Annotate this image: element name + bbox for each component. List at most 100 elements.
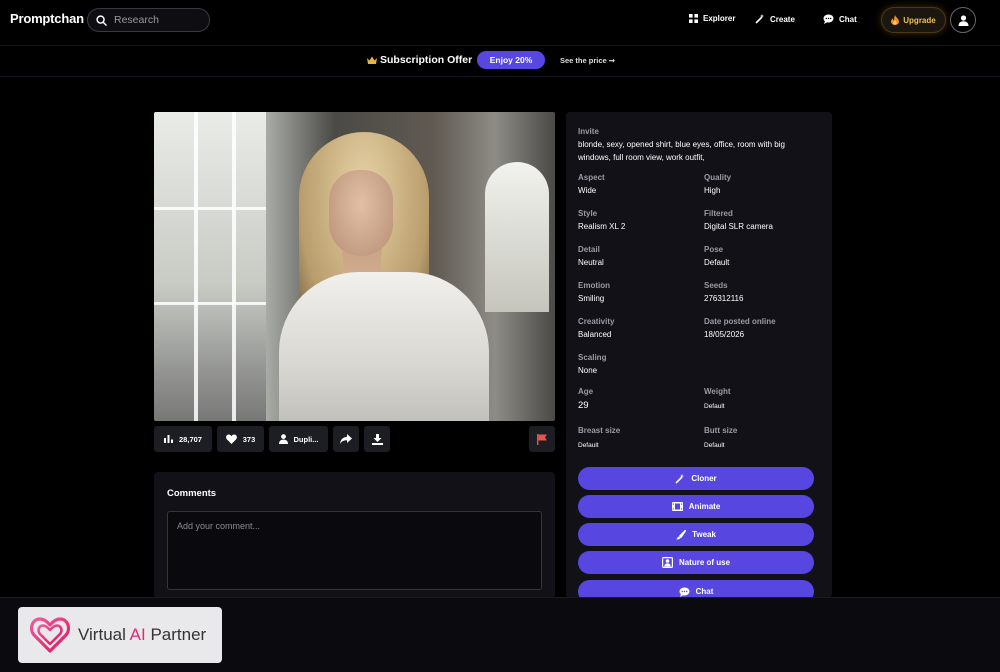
subscription-title: Subscription Offer: [367, 54, 472, 66]
style-label: Style: [578, 209, 598, 218]
chat-button[interactable]: Chat: [578, 580, 814, 598]
share-icon: [340, 434, 352, 444]
tweak-button[interactable]: Tweak: [578, 523, 814, 546]
seeds-label: Seeds: [704, 281, 728, 290]
filtered-value: Digital SLR camera: [704, 222, 773, 231]
search-input[interactable]: [114, 14, 194, 26]
creativity-label: Creativity: [578, 317, 615, 326]
nav-create-label: Create: [770, 14, 795, 24]
seeds-value: 276312116: [704, 294, 744, 303]
flag-icon: [537, 433, 547, 445]
image-window-frame: [154, 302, 266, 305]
nav-divider: [0, 45, 1000, 46]
style-value: Realism XL 2: [578, 222, 626, 231]
comment-input[interactable]: [167, 511, 542, 590]
nature-of-use-label: Nature of use: [678, 558, 731, 567]
nav-chat-label: Chat: [839, 14, 857, 24]
image-window-frame: [194, 112, 198, 421]
image-details-panel: Invite blonde, sexy, opened shirt, blue …: [566, 112, 832, 598]
cloner-button[interactable]: Cloner: [578, 467, 814, 490]
upgrade-button[interactable]: Upgrade: [881, 7, 946, 33]
views-button[interactable]: 28,707: [154, 426, 212, 452]
see-price-link[interactable]: See the price ➞: [560, 56, 615, 65]
badge-text-accent: AI: [129, 625, 146, 644]
image-window-left: [154, 112, 266, 421]
grid-icon: [689, 14, 698, 23]
user-icon: [278, 434, 288, 444]
detail-label: Detail: [578, 245, 600, 254]
image-figure-shirt: [279, 272, 489, 421]
chat-label: Chat: [695, 587, 714, 596]
comments-title: Comments: [167, 488, 217, 499]
image-window-arched: [485, 162, 549, 312]
age-value: 29: [578, 400, 589, 411]
nav-explorer[interactable]: Explorer: [689, 14, 735, 23]
magic-wand-icon: [755, 14, 765, 24]
breast-size-value: Default: [578, 442, 599, 449]
creativity-value: Balanced: [578, 330, 612, 339]
breast-size-label: Breast size: [578, 426, 621, 435]
report-button[interactable]: [529, 426, 555, 452]
search-box[interactable]: [87, 8, 210, 32]
person-frame-icon: [661, 557, 673, 568]
badge-text: Virtual AI Partner: [78, 625, 206, 645]
likes-count: 373: [242, 434, 256, 444]
age-label: Age: [578, 387, 594, 396]
download-button[interactable]: [364, 426, 390, 452]
nav-chat[interactable]: Chat: [823, 14, 857, 24]
tweak-label: Tweak: [692, 530, 716, 539]
emotion-value: Smiling: [578, 294, 605, 303]
bar-chart-icon: [164, 435, 174, 443]
image-window-frame: [232, 112, 236, 421]
animate-label: Animate: [688, 502, 721, 511]
date-posted-value: 18/05/2026: [704, 330, 745, 339]
user-icon: [958, 14, 968, 26]
heart-icon: [225, 434, 237, 444]
brush-icon: [676, 529, 687, 539]
magic-wand-icon: [675, 473, 685, 484]
image-window-frame: [154, 207, 266, 210]
pose-value: Default: [704, 258, 730, 267]
search-icon: [96, 14, 107, 26]
crown-icon: [367, 56, 377, 64]
scaling-label: Scaling: [578, 353, 607, 362]
quality-label: Quality: [704, 173, 732, 182]
generated-image[interactable]: [154, 112, 555, 421]
subscription-offer-pill[interactable]: Enjoy 20%: [477, 51, 545, 69]
logo[interactable]: Promptchan: [10, 11, 84, 26]
cloner-label: Cloner: [691, 474, 717, 483]
chat-bubble-icon: [679, 587, 690, 597]
scaling-value: None: [578, 366, 598, 375]
nature-of-use-button[interactable]: Nature of use: [578, 551, 814, 574]
date-posted-label: Date posted online: [704, 317, 776, 326]
aspect-value: Wide: [578, 186, 597, 195]
aspect-label: Aspect: [578, 173, 605, 182]
butt-size-value: Default: [704, 442, 725, 449]
virtual-ai-partner-badge[interactable]: Virtual AI Partner: [18, 607, 222, 663]
chat-bubble-icon: [823, 14, 834, 24]
nav-create[interactable]: Create: [755, 14, 795, 24]
pose-label: Pose: [704, 245, 724, 254]
butt-size-label: Butt size: [704, 426, 738, 435]
upgrade-label: Upgrade: [903, 15, 936, 25]
emotion-label: Emotion: [578, 281, 610, 290]
film-icon: [671, 502, 683, 511]
quality-value: High: [704, 186, 721, 195]
badge-text-before: Virtual: [78, 625, 130, 644]
prompt-text: blonde, sexy, opened shirt, blue eyes, o…: [578, 140, 785, 162]
share-button[interactable]: [333, 426, 359, 452]
nav-explorer-label: Explorer: [703, 14, 736, 23]
profile-button[interactable]: [950, 7, 976, 33]
subscription-title-text: Subscription Offer: [380, 54, 473, 66]
duplicate-button[interactable]: Dupli...: [269, 426, 328, 452]
subscription-divider: [0, 76, 1000, 77]
like-button[interactable]: 373: [217, 426, 264, 452]
filtered-label: Filtered: [704, 209, 733, 218]
prompt-label: Invite: [578, 127, 599, 136]
weight-value: Default: [704, 403, 725, 410]
download-icon: [371, 433, 383, 445]
badge-text-after: Partner: [145, 625, 207, 644]
comments-section: Comments: [154, 472, 555, 598]
detail-value: Neutral: [578, 258, 604, 267]
animate-button[interactable]: Animate: [578, 495, 814, 518]
